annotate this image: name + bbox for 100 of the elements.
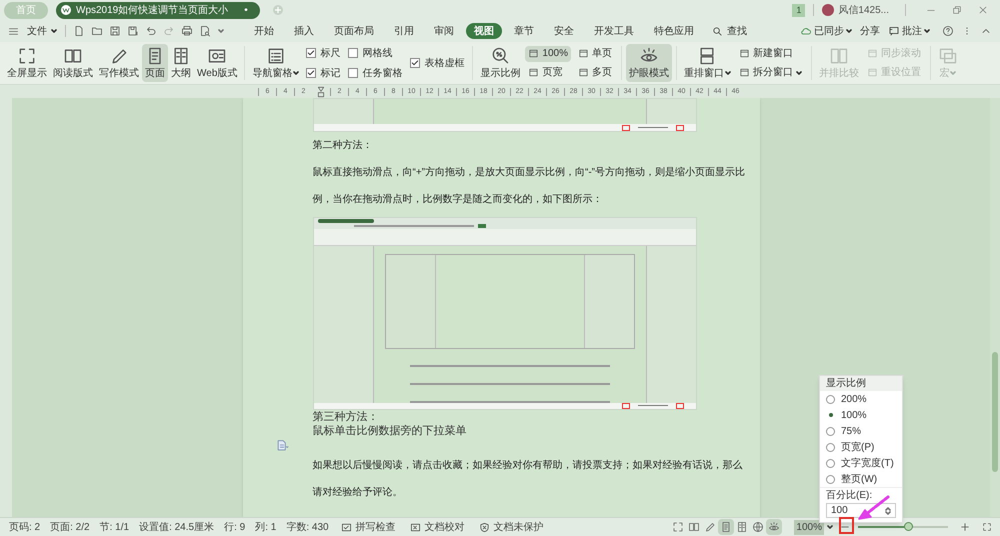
restore-icon	[952, 5, 962, 15]
caret-icon	[293, 70, 300, 76]
folder-icon	[91, 25, 103, 37]
caret-icon	[724, 70, 731, 76]
page-icon	[720, 521, 732, 533]
document-app-icon	[60, 4, 72, 16]
ribbon-button[interactable]: 导航窗格	[249, 44, 302, 82]
user-name[interactable]: 风信1425...	[838, 2, 889, 18]
status-field: 字数: 430	[286, 520, 329, 534]
zoom-option[interactable]: 75%	[820, 423, 902, 439]
zoom-option[interactable]: 页宽(P)	[820, 439, 902, 455]
help-icon	[942, 25, 954, 37]
pencil-icon	[704, 521, 716, 533]
ribbon-small-button[interactable]: 100%	[525, 46, 571, 62]
close-icon	[978, 5, 988, 15]
menu-tab[interactable]: 页面布局	[326, 23, 382, 39]
undo-icon	[145, 25, 157, 37]
ribbon-button[interactable]: 写作模式	[96, 44, 142, 82]
shield-icon	[478, 522, 490, 532]
menu-tab[interactable]: 特色应用	[646, 23, 702, 39]
document-tab[interactable]: Wps2019如何快速调节当页面大小 •	[56, 2, 260, 18]
menu-tab[interactable]: 章节	[506, 23, 542, 39]
caret-icon	[51, 28, 57, 34]
menu-tab[interactable]: 插入	[286, 23, 322, 39]
ribbon-button[interactable]: 显示比例	[477, 44, 524, 82]
caret-icon	[924, 28, 930, 34]
new-document-icon	[73, 25, 85, 37]
paragraph: 第三种方法：	[312, 410, 380, 424]
caret-icon	[846, 28, 852, 34]
zoom-value[interactable]: 100%	[794, 520, 824, 534]
ribbon-button[interactable]: 重排窗口	[680, 44, 734, 82]
overlapping-windows-icon	[938, 46, 958, 66]
ribbon-button[interactable]: 页面	[142, 44, 168, 82]
menu-tab[interactable]: 开发工具	[586, 23, 642, 39]
sync-button[interactable]: 已同步	[800, 24, 852, 38]
menu-tab[interactable]: 视图	[466, 23, 502, 39]
caret-icon	[827, 524, 833, 530]
ribbon-small-button[interactable]: 拆分窗口	[736, 64, 805, 80]
frame-icon	[738, 48, 750, 59]
comment-button[interactable]: 批注	[888, 24, 930, 38]
fullscreen-icon	[672, 521, 684, 533]
status-tool-button[interactable]: 文档校对	[410, 520, 465, 534]
status-tool-button[interactable]: 拼写检查	[340, 520, 396, 534]
menu-tab[interactable]: 开始	[246, 23, 282, 39]
zoom-option[interactable]: 100%	[820, 407, 902, 423]
zoom-option[interactable]: 整页(W)	[820, 471, 902, 487]
checkbox-option[interactable]: 标尺	[306, 46, 340, 60]
redo-icon	[163, 25, 175, 37]
globe-icon	[752, 521, 764, 533]
menu-tab[interactable]: 审阅	[426, 23, 462, 39]
menu-tab[interactable]: 安全	[546, 23, 582, 39]
ribbon-small-button[interactable]: 新建窗口	[736, 46, 805, 62]
ribbon-small-button[interactable]: 单页	[574, 46, 615, 62]
proofread-icon	[410, 522, 421, 532]
caret-icon	[796, 70, 802, 76]
share-button[interactable]: 分享	[860, 24, 880, 38]
zoom-option[interactable]: 200%	[820, 391, 902, 407]
ribbon-button[interactable]: Web版式	[194, 44, 240, 82]
scrollbar[interactable]	[990, 98, 1000, 517]
ribbon-button[interactable]: 护眼模式	[626, 44, 672, 82]
status-tool-button[interactable]: 文档未保护	[478, 520, 544, 534]
paragraph: 第二种方法：	[312, 138, 374, 153]
view-mode-button[interactable]	[718, 519, 734, 535]
checkbox-option[interactable]: 任务窗格	[348, 66, 402, 80]
file-menu[interactable]: 文件	[23, 24, 61, 38]
save-icon	[109, 25, 121, 37]
avatar[interactable]	[822, 4, 834, 16]
checkmark-icon	[307, 49, 316, 57]
ribbon-small-button[interactable]: 页宽	[525, 64, 571, 80]
checkmark-icon	[307, 69, 316, 77]
checkbox-option[interactable]: 表格虚框	[410, 56, 464, 70]
slider-thumb[interactable]	[904, 522, 912, 531]
frame-icon	[738, 67, 750, 78]
ribbon-button[interactable]: 全屏显示	[4, 44, 50, 82]
status-field: 节: 1/1	[100, 520, 130, 534]
ribbon-small-button[interactable]: 多页	[574, 64, 615, 80]
highlight-frame	[839, 517, 854, 534]
paragraph: 鼠标直接拖动滑点，向“+”方向拖动，是放大页面显示比例，向“-”号方向拖动，则是缩小页面显示比例，当你在拖动滑点时，比例数字是随之而变化的，如下图所示：	[312, 166, 746, 207]
magnifier-icon	[490, 46, 510, 66]
notification-count[interactable]: 1	[792, 4, 806, 16]
ribbon-button[interactable]: 大纲	[168, 44, 194, 82]
unsaved-marker: •	[244, 4, 248, 18]
checkbox-option[interactable]: 网格线	[348, 46, 402, 60]
zoom-option[interactable]: 文字宽度(T)	[820, 455, 902, 471]
frame-icon	[578, 48, 589, 59]
status-field: 设置值: 24.5厘米	[139, 520, 214, 534]
checkbox-option[interactable]: 标记	[306, 66, 340, 80]
menu-tab[interactable]: 引用	[386, 23, 422, 39]
menu-title: 显示比例	[820, 376, 902, 391]
fit-window-icon	[982, 522, 992, 532]
paste-options-icon	[274, 439, 288, 451]
paragraph: 如果想以后慢慢阅读，请点击收藏；如果经验对你有帮助，请投票支持；如果对经验有话说，那么请对经验给予评论。	[312, 458, 744, 500]
zoom-in-icon	[960, 522, 970, 532]
outline-icon	[736, 521, 748, 533]
search-button[interactable]: 查找	[712, 24, 747, 38]
status-field: 列: 1	[255, 520, 276, 534]
ribbon-button[interactable]: 阅读版式	[50, 44, 96, 82]
view-mode-button[interactable]	[766, 519, 782, 535]
frame-icon	[866, 48, 878, 59]
print-preview-icon	[199, 25, 211, 37]
